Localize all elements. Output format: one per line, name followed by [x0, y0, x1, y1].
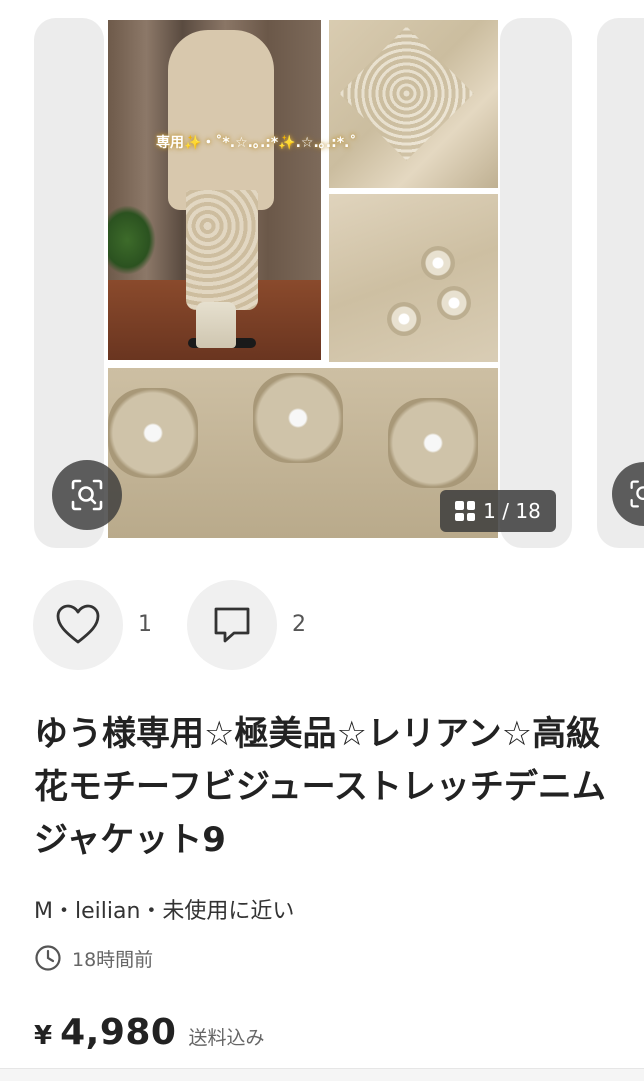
comment-count: 2 — [292, 612, 306, 637]
outfit-photo — [108, 20, 321, 360]
price-row: ¥ 4,980 送料込み — [34, 1012, 264, 1053]
zoom-scan-icon — [71, 479, 103, 511]
price-value: 4,980 — [60, 1012, 177, 1053]
lace-flower — [108, 388, 198, 478]
posted-time: 18時間前 — [72, 948, 154, 971]
flower-bijou — [437, 286, 471, 320]
image-counter-badge[interactable]: 1 / 18 — [440, 490, 556, 532]
comment-icon — [214, 607, 250, 643]
posted-time-row: 18時間前 — [34, 944, 153, 972]
like-count: 1 — [138, 612, 152, 637]
heart-icon — [56, 604, 100, 644]
image-counter-text: 1 / 18 — [483, 499, 541, 523]
grid-icon — [455, 501, 476, 521]
item-meta: M・leilian・未使用に近い — [34, 899, 295, 924]
currency-symbol: ¥ — [34, 1021, 53, 1051]
zoom-scan-icon — [630, 480, 644, 508]
jacket-shape — [168, 30, 274, 210]
clock-icon — [35, 945, 61, 971]
action-bar: 1 2 — [0, 580, 644, 672]
image-carousel[interactable]: 専用✨・˚*.☆.｡.:*✨.☆.｡.:*.˚ 1 / 18 — [0, 0, 644, 560]
lace-flower — [253, 373, 343, 463]
item-title: ゆう様専用☆極美品☆レリアン☆高級花モチーフビジューストレッチデニムジャケット9 — [34, 714, 606, 860]
like-button[interactable] — [33, 580, 123, 670]
collar-detail-photo — [329, 20, 498, 188]
zoom-button[interactable] — [52, 460, 122, 530]
flower-bijou — [421, 246, 455, 280]
lace-skirt-shape — [186, 190, 258, 310]
collar-lace — [339, 26, 474, 161]
shoes — [196, 302, 236, 348]
current-slide-edge — [500, 18, 572, 548]
plant — [108, 205, 156, 275]
product-image-collage[interactable]: 専用✨・˚*.☆.｡.:*✨.☆.｡.:*.˚ — [108, 20, 498, 538]
image-overlay-caption: 専用✨・˚*.☆.｡.:*✨.☆.｡.:*.˚ — [156, 135, 357, 151]
bottom-sheet-edge — [0, 1068, 644, 1081]
flower-bijou — [387, 302, 421, 336]
shipping-note: 送料込み — [188, 1027, 265, 1049]
lace-flower — [388, 398, 478, 488]
comment-button[interactable] — [187, 580, 277, 670]
pocket-detail-photo — [329, 194, 498, 362]
